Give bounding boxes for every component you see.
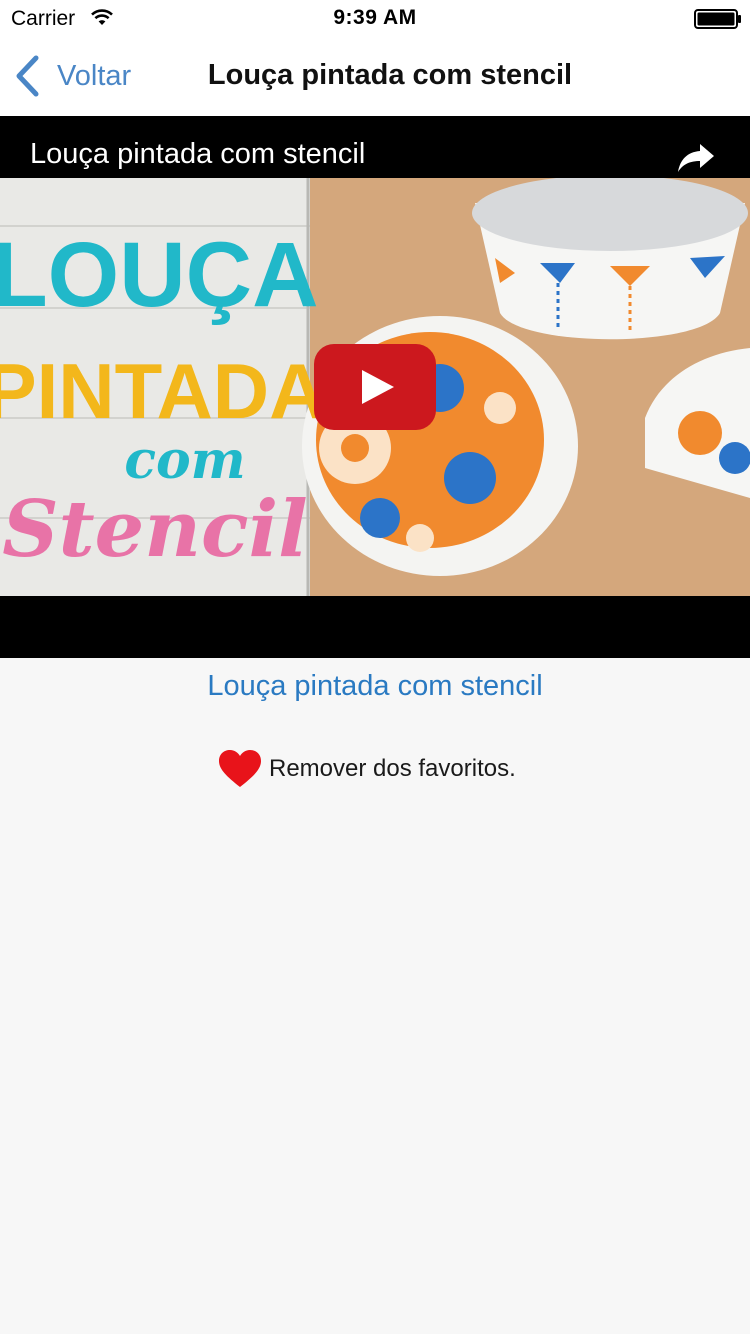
page-title: Louça pintada com stencil [207, 59, 573, 91]
thumbnail-text-line3: com [124, 430, 245, 491]
video-player[interactable]: Louça pintada com stencil LOUÇA PINTADA … [0, 116, 750, 658]
video-title: Louça pintada com stencil [30, 138, 366, 170]
thumbnail-text-line2: PINTADA [0, 347, 325, 435]
share-icon[interactable] [676, 142, 716, 174]
screen: Carrier 9:39 AM Voltar Louça pintada com… [0, 0, 750, 1334]
navigation-bar: Voltar Louça pintada com stencil [0, 40, 750, 116]
battery-icon [694, 9, 741, 29]
favorite-label: Remover dos favoritos. [269, 755, 516, 782]
status-time: 9:39 AM [333, 6, 417, 29]
thumbnail-text-line4: Stencil [2, 484, 307, 575]
thumbnail-text-line1: LOUÇA [0, 224, 319, 326]
video-link[interactable]: Louça pintada com stencil [0, 670, 750, 703]
heart-icon [219, 750, 261, 787]
remove-favorite-button[interactable]: Remover dos favoritos. [218, 748, 516, 790]
status-bar: Carrier 9:39 AM [0, 0, 750, 40]
youtube-play-icon[interactable] [314, 344, 436, 430]
